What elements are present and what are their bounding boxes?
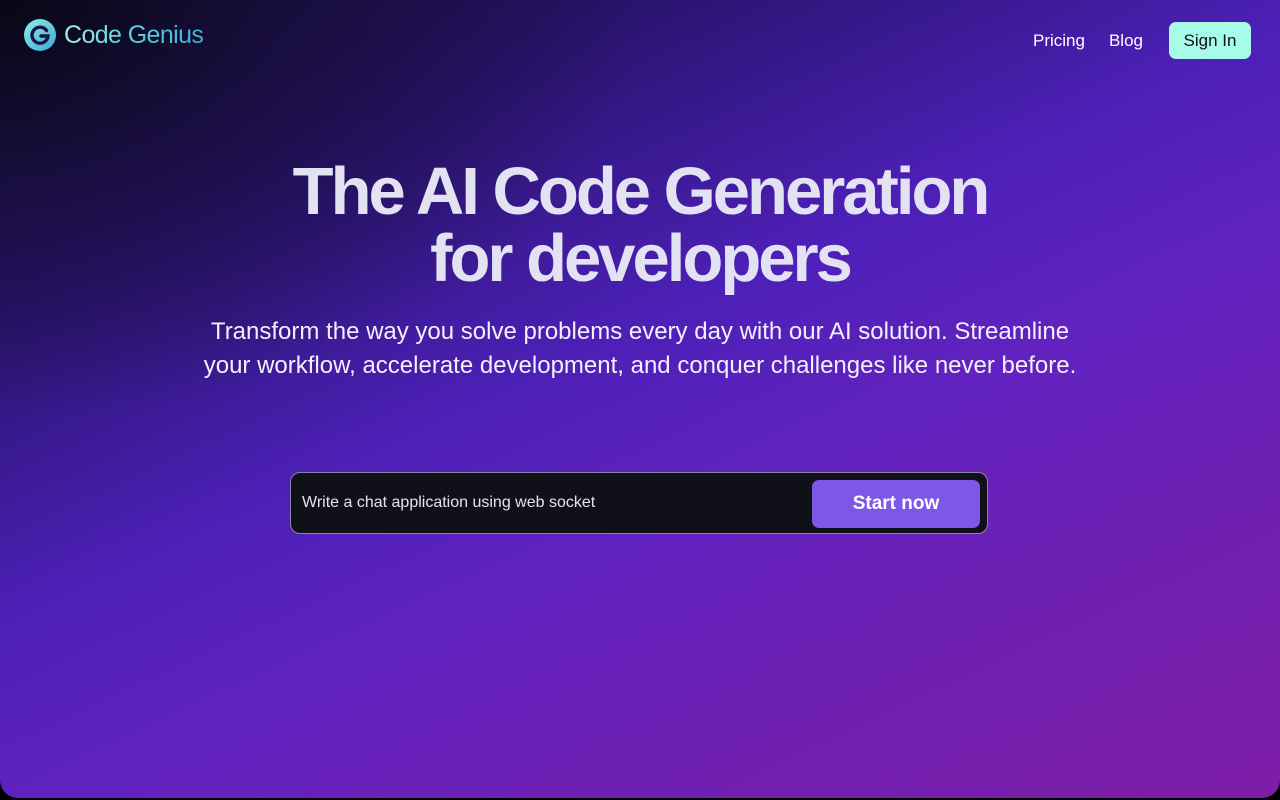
nav-link-pricing[interactable]: Pricing [1033, 23, 1085, 59]
brand-name: Code Genius [64, 21, 204, 49]
brand-link[interactable]: Code Genius [24, 19, 204, 51]
start-now-button[interactable]: Start now [812, 480, 980, 528]
landing-page: Code Genius Pricing Blog Sign In The AI … [0, 0, 1280, 798]
prompt-input[interactable] [302, 485, 802, 521]
code-genius-logo-icon [24, 19, 56, 51]
sign-in-button[interactable]: Sign In [1169, 22, 1251, 59]
hero-title-line-1: The AI Code Generation [292, 154, 991, 229]
prompt-box: Start now [290, 472, 988, 534]
hero-title: The AI Code Generation for developers [0, 158, 1280, 292]
navbar: Code Genius Pricing Blog Sign In [0, 0, 1280, 80]
hero-title-line-2: for developers [430, 221, 853, 296]
hero-subtitle: Transform the way you solve problems eve… [203, 318, 1077, 379]
nav-link-blog[interactable]: Blog [1109, 23, 1143, 59]
nav-links: Pricing Blog Sign In [1033, 22, 1251, 59]
